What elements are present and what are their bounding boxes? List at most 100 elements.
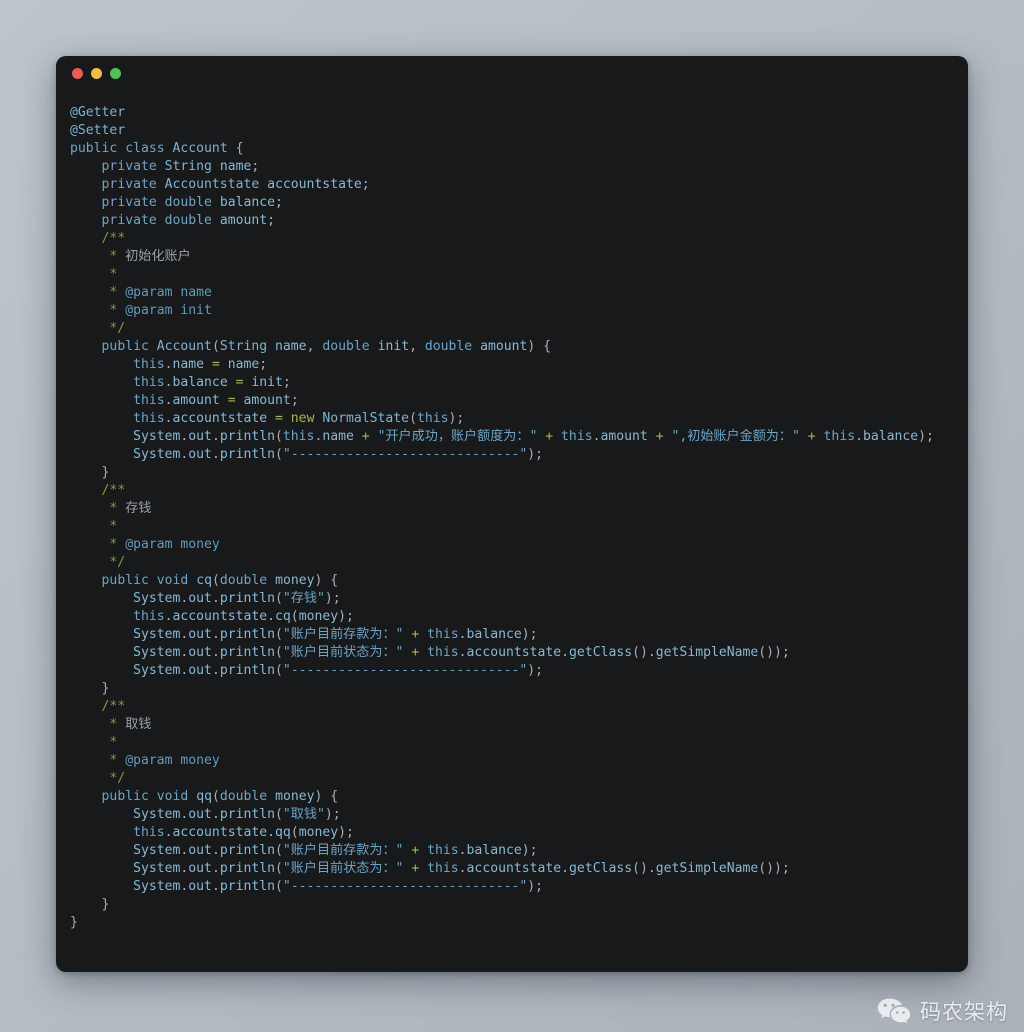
code-line: public class Account { [70,140,956,158]
code-token: ( [275,645,283,660]
code-line: this.amount = amount; [70,392,956,410]
code-token: this [561,429,593,444]
code-token: out [188,429,212,444]
code-token: public [101,573,149,588]
code-token: money [275,789,315,804]
code-token: money [298,609,339,624]
code-token: money [298,825,339,840]
code-token: . [164,609,173,624]
code-line: @Setter [70,122,956,140]
code-token: money [275,573,315,588]
maximize-window-button[interactable] [110,67,121,79]
code-token: init [377,339,410,354]
code-token: ); [338,609,354,624]
minimize-window-button[interactable] [91,67,102,79]
code-token: println [219,879,276,894]
code-token: . [211,591,220,606]
code-token: { [227,141,244,156]
code-token: String [219,339,268,354]
code-token: private [101,159,157,174]
code-token: "-----------------------------" [282,447,528,462]
code-line: System.out.println("--------------------… [70,446,956,464]
code-token: @Getter [70,105,126,120]
code-token: "账户目前状态为：" [282,861,404,876]
code-line: private double balance; [70,194,956,212]
code-token: = [275,411,283,426]
code-editor[interactable]: @Getter @Setter public class Account { pri… [56,90,968,942]
code-line: System.out.println("账户目前存款为：" + this.bal… [70,626,956,644]
code-token: getSimpleName [655,861,759,876]
code-token: ( [275,663,283,678]
code-line: * [70,518,956,536]
close-window-button[interactable] [72,67,83,79]
code-line: /** [70,482,956,500]
code-token: println [219,861,276,876]
wechat-icon [877,998,911,1025]
code-token: } [70,465,110,480]
code-token: System [133,447,181,462]
code-token: } [70,681,110,696]
code-token: (). [632,645,656,660]
code-token: ; [361,177,370,192]
code-token: public [70,141,118,156]
code-token: getClass [569,645,633,660]
code-line: this.accountstate.cq(money); [70,608,956,626]
code-token: 存钱 [125,501,152,516]
code-token: double [219,789,268,804]
code-token: name [227,357,260,372]
code-token: ; [251,159,260,174]
code-token: void [156,789,189,804]
code-line: /** [70,230,956,248]
code-line: } [70,896,956,914]
code-token: this [133,393,165,408]
code-token: = [227,393,236,408]
code-line: public Account(String name, double init,… [70,338,956,356]
code-token: out [188,645,212,660]
code-token: String [164,159,212,174]
code-token: . [458,861,467,876]
code-token: 初始化账户 [125,249,191,264]
code-line: */ [70,320,956,338]
code-token: println [219,645,276,660]
code-token: ( [290,825,299,840]
code-token: . [211,663,220,678]
code-token: System [133,591,181,606]
code-token: @param money [125,537,220,552]
code-token: (). [632,861,656,876]
code-line: System.out.println(this.name + "开户成功，账户额… [70,428,956,446]
code-line: this.accountstate = new NormalState(this… [70,410,956,428]
code-token: new [290,411,315,426]
code-line: * [70,734,956,752]
code-token: balance [466,843,522,858]
code-token: "账户目前状态为：" [282,645,404,660]
code-token: . [211,879,220,894]
code-token: System [133,879,181,894]
code-token: "取钱" [282,807,325,822]
code-token: = [211,357,220,372]
code-token: /** [70,483,126,498]
code-line: private double amount; [70,212,956,230]
code-token: name [322,429,354,444]
code-token: ( [275,447,283,462]
code-token: NormalState [322,411,410,426]
code-line: public void cq(double money) { [70,572,956,590]
code-token: System [133,807,181,822]
code-token: . [164,357,173,372]
code-token: getSimpleName [655,645,759,660]
code-token: * [70,249,126,264]
code-token: ) { [527,339,552,354]
